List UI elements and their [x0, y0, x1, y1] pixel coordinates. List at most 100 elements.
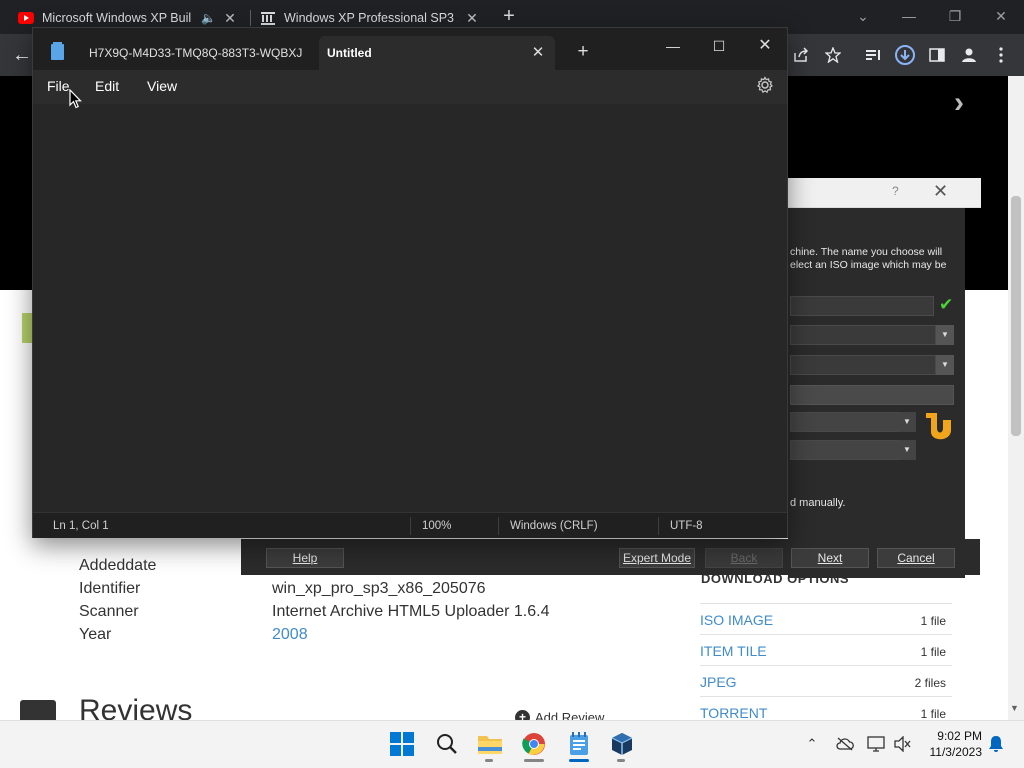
- tab-divider: [250, 10, 251, 26]
- file-explorer-icon[interactable]: [474, 728, 506, 760]
- virtualbox-icon[interactable]: [606, 728, 638, 760]
- download-option-row[interactable]: ISO IMAGE 1 file: [700, 603, 952, 634]
- download-option-link[interactable]: ISO IMAGE: [700, 612, 773, 628]
- line-ending: Windows (CRLF): [510, 520, 598, 532]
- vm-name-field[interactable]: [790, 296, 934, 316]
- check-icon: ✔: [939, 295, 954, 314]
- metadata-label: Identifier: [79, 580, 141, 597]
- close-icon[interactable]: ✕: [933, 181, 948, 202]
- close-tab-icon[interactable]: ✕: [529, 44, 547, 62]
- next-button[interactable]: Next: [791, 548, 869, 568]
- new-tab-button[interactable]: +: [573, 42, 593, 62]
- metadata-label: Year: [79, 626, 112, 643]
- profile-icon[interactable]: [958, 44, 980, 66]
- menu-edit[interactable]: Edit: [95, 78, 119, 94]
- chevron-right-icon[interactable]: ›: [954, 86, 964, 120]
- chrome-icon[interactable]: [518, 728, 550, 760]
- close-window-icon[interactable]: ✕: [986, 4, 1016, 28]
- page-thumbnail-edge: [22, 313, 32, 343]
- notepad-tab-active[interactable]: Untitled: [319, 36, 555, 70]
- chevron-down-icon[interactable]: ⌄: [848, 4, 878, 28]
- metadata-label: Scanner: [79, 603, 139, 620]
- close-tab-icon[interactable]: ✕: [222, 10, 238, 27]
- browser-tab-title: Windows XP Professional SP3 x8: [284, 11, 458, 25]
- chevron-down-icon[interactable]: ▼: [936, 325, 954, 345]
- expert-mode-button[interactable]: Expert Mode: [619, 548, 695, 568]
- restore-icon[interactable]: ❐: [940, 4, 970, 28]
- windows-start-icon[interactable]: [386, 728, 418, 760]
- download-option-link[interactable]: TORRENT: [700, 705, 767, 721]
- download-option-row[interactable]: JPEG 2 files: [700, 665, 952, 696]
- help-button[interactable]: Help: [266, 548, 344, 568]
- download-option-count: 2 files: [914, 676, 946, 690]
- status-divider: [658, 517, 659, 535]
- download-option-link[interactable]: ITEM TILE: [700, 643, 767, 659]
- back-arrow-icon[interactable]: ←: [10, 43, 34, 67]
- menu-file[interactable]: File: [47, 78, 70, 94]
- chevron-down-icon[interactable]: ▼: [936, 355, 954, 375]
- edition-field: [790, 385, 954, 405]
- os-type-icon: [923, 410, 955, 442]
- search-icon[interactable]: [431, 728, 463, 760]
- reading-list-icon[interactable]: [862, 44, 884, 66]
- bookmark-star-icon[interactable]: [822, 44, 844, 66]
- notepad-tab[interactable]: H7X9Q-M4D33-TMQ8Q-883T3-WQBXJ: [79, 36, 319, 70]
- close-window-icon[interactable]: ✕: [743, 32, 787, 60]
- network-icon[interactable]: [866, 734, 886, 754]
- volume-muted-icon[interactable]: [892, 734, 912, 754]
- menu-view[interactable]: View: [147, 78, 177, 94]
- download-option-count: 1 file: [920, 614, 946, 628]
- metadata-value: Internet Archive HTML5 Uploader 1.6.4: [272, 603, 550, 620]
- scroll-down-icon[interactable]: ▼: [1010, 703, 1019, 713]
- notification-bell-icon[interactable]: [986, 734, 1006, 754]
- new-tab-button[interactable]: +: [500, 6, 518, 28]
- download-option-link[interactable]: JPEG: [700, 674, 737, 690]
- notepad-icon[interactable]: [563, 728, 595, 760]
- download-icon[interactable]: [894, 44, 916, 66]
- minimize-icon[interactable]: —: [894, 4, 924, 28]
- notepad-icon: [51, 42, 64, 60]
- cancel-button[interactable]: Cancel: [877, 548, 955, 568]
- back-button[interactable]: Back: [705, 548, 783, 568]
- encoding: UTF-8: [670, 520, 703, 532]
- chevron-down-icon[interactable]: ▼: [898, 440, 916, 460]
- chevron-up-icon[interactable]: ⌃: [802, 734, 822, 754]
- clock-time[interactable]: 9:02 PM: [930, 729, 982, 743]
- vbox-wizard-titlebar: [788, 178, 981, 208]
- more-menu-icon[interactable]: [990, 44, 1012, 66]
- notepad-statusbar: Ln 1, Col 1 100% Windows (CRLF) UTF-8: [33, 512, 787, 538]
- maximize-icon[interactable]: ☐: [697, 32, 741, 60]
- vm-folder-field[interactable]: [790, 325, 936, 345]
- app-running-indicator: [524, 759, 544, 762]
- metadata-value: win_xp_pro_sp3_x86_205076: [272, 580, 486, 597]
- app-running-indicator: [617, 759, 625, 762]
- help-icon[interactable]: ?: [892, 184, 899, 198]
- side-panel-icon[interactable]: [926, 44, 948, 66]
- zoom-level: 100%: [422, 520, 452, 532]
- chevron-down-icon[interactable]: ▼: [898, 412, 916, 432]
- archive-icon: [260, 10, 276, 26]
- page-scroll-thumb[interactable]: [1011, 196, 1021, 436]
- share-icon[interactable]: [790, 44, 812, 66]
- metadata-label: Addeddate: [79, 557, 157, 574]
- mouse-pointer-icon: [69, 88, 83, 109]
- iso-image-field[interactable]: [790, 355, 936, 375]
- text-editor-area[interactable]: [33, 104, 787, 512]
- status-divider: [498, 517, 499, 535]
- vbox-wizard-footer: [241, 539, 980, 575]
- clock-date[interactable]: 11/3/2023: [920, 745, 983, 759]
- cloud-offline-icon[interactable]: [835, 734, 855, 754]
- download-option-count: 1 file: [920, 645, 946, 659]
- app-active-indicator: [569, 759, 589, 762]
- minimize-icon[interactable]: —: [651, 32, 695, 60]
- download-option-count: 1 file: [920, 707, 946, 721]
- notepad-window: H7X9Q-M4D33-TMQ8Q-883T3-WQBXJ Untitled ✕…: [32, 27, 788, 538]
- status-divider: [410, 517, 411, 535]
- download-option-row[interactable]: ITEM TILE 1 file: [700, 634, 952, 665]
- close-tab-icon[interactable]: ✕: [464, 10, 480, 27]
- vbox-wizard-description: chine. The name you choose will elect an…: [790, 246, 947, 271]
- year-link[interactable]: 2008: [272, 626, 308, 644]
- gear-icon[interactable]: [756, 76, 776, 96]
- browser-tab-title: Microsoft Windows XP Buil: [42, 11, 192, 25]
- speaker-icon[interactable]: 🔈: [201, 11, 216, 25]
